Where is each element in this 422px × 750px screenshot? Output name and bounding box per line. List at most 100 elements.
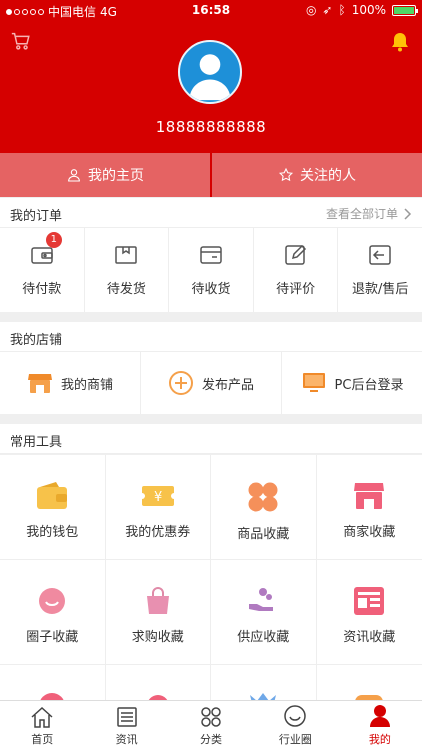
tool-label: 圈子收藏 xyxy=(26,630,79,645)
tab-category[interactable]: 分类 xyxy=(169,701,253,750)
order-item-label: 待付款 xyxy=(22,282,62,297)
publish-product-button[interactable]: 发布产品 xyxy=(141,352,282,414)
tools-title: 常用工具 xyxy=(10,435,63,450)
wallet-icon xyxy=(37,482,68,509)
orange-capsule-icon xyxy=(355,695,383,700)
svg-text:¥: ¥ xyxy=(154,490,162,505)
store-actions: 我的商铺 发布产品 PC后台登录 xyxy=(0,352,422,414)
order-refund[interactable]: 退款/售后 xyxy=(338,228,422,312)
tool-label: 资讯收藏 xyxy=(343,630,396,645)
chevron-right-icon xyxy=(404,207,412,220)
return-icon xyxy=(369,245,391,265)
circle-favorite-icon xyxy=(39,588,66,614)
my-homepage-label: 我的主页 xyxy=(88,168,144,184)
tool-extra-1[interactable] xyxy=(0,665,106,700)
category-icon xyxy=(201,707,221,727)
tool-extra-3[interactable] xyxy=(211,665,317,700)
tab-mine[interactable]: 我的 xyxy=(338,701,422,750)
my-shop-button[interactable]: 我的商铺 xyxy=(0,352,141,414)
tool-label: 我的优惠券 xyxy=(125,525,191,540)
tool-label: 商品收藏 xyxy=(237,527,290,542)
order-pending-shipment[interactable]: 待发货 xyxy=(85,228,170,312)
edit-icon xyxy=(284,244,306,265)
orders-title: 我的订单 xyxy=(10,209,63,224)
tool-news-favorites[interactable]: 资讯收藏 xyxy=(316,560,422,665)
tool-label: 商家收藏 xyxy=(343,525,396,540)
order-pending-receipt[interactable]: 待收货 xyxy=(169,228,254,312)
view-all-orders-label: 查看全部订单 xyxy=(325,207,398,221)
profile-header: 18888888888 xyxy=(0,22,422,153)
tools-header: 常用工具 xyxy=(0,424,422,454)
tab-home[interactable]: 首页 xyxy=(0,701,84,750)
user-silhouette-icon xyxy=(189,54,231,101)
store-header: 我的店铺 xyxy=(0,322,422,352)
tool-purchase-favorites[interactable]: 求购收藏 xyxy=(105,560,211,665)
bag-icon xyxy=(146,587,169,614)
tool-label: 供应收藏 xyxy=(237,630,290,645)
tool-my-wallet[interactable]: 我的钱包 xyxy=(0,455,106,560)
plus-circle-icon xyxy=(168,371,193,395)
tool-extra-4[interactable] xyxy=(317,665,422,700)
order-pending-payment[interactable]: 1 待付款 xyxy=(0,228,85,312)
my-homepage-button[interactable]: 我的主页 xyxy=(0,153,210,197)
bottom-tab-bar: 首页 资讯 分类 行业圈 我的 xyxy=(0,700,422,750)
order-item-label: 待评价 xyxy=(276,282,316,297)
user-phone: 18888888888 xyxy=(155,118,267,136)
order-item-label: 待发货 xyxy=(106,282,146,297)
pc-admin-login-label: PC后台登录 xyxy=(334,377,404,393)
tool-circle-favorites[interactable]: 圈子收藏 xyxy=(0,560,106,665)
tool-my-coupons[interactable]: ¥ 我的优惠券 xyxy=(105,455,211,560)
following-button[interactable]: 关注的人 xyxy=(212,153,422,197)
store-favorite-icon xyxy=(354,483,385,509)
tool-label: 求购收藏 xyxy=(131,630,184,645)
battery-icon xyxy=(392,4,418,16)
location-icon: ➶ xyxy=(322,3,333,17)
cart-icon[interactable] xyxy=(10,30,32,52)
tab-label: 我的 xyxy=(368,733,391,746)
lock-rotation-icon: ◎ xyxy=(305,3,317,17)
card-icon xyxy=(200,246,222,264)
pending-payment-badge: 1 xyxy=(45,232,62,248)
avatar[interactable] xyxy=(178,40,242,104)
order-status-bar: 1 待付款 待发货 待收货 待评价 退款/售后 xyxy=(0,228,422,312)
view-all-orders-link[interactable]: 查看全部订单 xyxy=(326,205,412,222)
order-item-label: 退款/售后 xyxy=(351,282,409,297)
coupon-icon: ¥ xyxy=(140,486,175,506)
tab-label: 资讯 xyxy=(115,733,138,746)
battery-text: 100% xyxy=(351,3,386,17)
tool-product-favorites[interactable]: 商品收藏 xyxy=(211,455,317,560)
star-icon xyxy=(278,167,294,182)
tab-label: 首页 xyxy=(31,733,54,746)
status-bar: 中国电信 4G 16:58 ◎ ➶ ᛒ 100% xyxy=(0,0,422,22)
news-icon xyxy=(354,587,385,615)
tab-industry-circle[interactable]: 行业圈 xyxy=(253,701,337,750)
order-item-label: 待收货 xyxy=(191,282,231,297)
orders-header: 我的订单 查看全部订单 xyxy=(0,198,422,228)
tools-grid: 我的钱包 ¥ 我的优惠券 商品收藏 商家收藏 圈子收藏 求购收藏 供应收藏 资讯 xyxy=(0,455,422,700)
tool-store-favorites[interactable]: 商家收藏 xyxy=(316,455,422,560)
home-icon xyxy=(31,706,53,728)
pc-admin-login-button[interactable]: PC后台登录 xyxy=(282,352,422,414)
supply-icon xyxy=(249,588,274,611)
profile-tabs: 我的主页 关注的人 xyxy=(0,153,422,197)
store-title: 我的店铺 xyxy=(10,333,63,348)
tool-label: 我的钱包 xyxy=(26,525,79,540)
tool-supply-favorites[interactable]: 供应收藏 xyxy=(211,560,317,665)
my-shop-label: 我的商铺 xyxy=(60,377,113,393)
bell-icon[interactable] xyxy=(388,30,412,54)
shop-icon xyxy=(27,374,52,393)
publish-product-label: 发布产品 xyxy=(201,377,254,393)
circle-icon xyxy=(284,705,307,727)
crown-icon xyxy=(250,693,277,700)
pink-circle-icon xyxy=(40,693,64,700)
tab-label: 行业圈 xyxy=(278,733,312,746)
box-icon xyxy=(115,246,138,264)
order-pending-review[interactable]: 待评价 xyxy=(254,228,339,312)
pink-circle-icon xyxy=(148,695,167,700)
bluetooth-icon: ᛒ xyxy=(338,3,346,17)
profile-icon xyxy=(369,705,390,727)
following-label: 关注的人 xyxy=(300,168,356,184)
tab-news[interactable]: 资讯 xyxy=(84,701,168,750)
user-icon xyxy=(68,169,80,182)
tool-extra-2[interactable] xyxy=(106,665,211,700)
